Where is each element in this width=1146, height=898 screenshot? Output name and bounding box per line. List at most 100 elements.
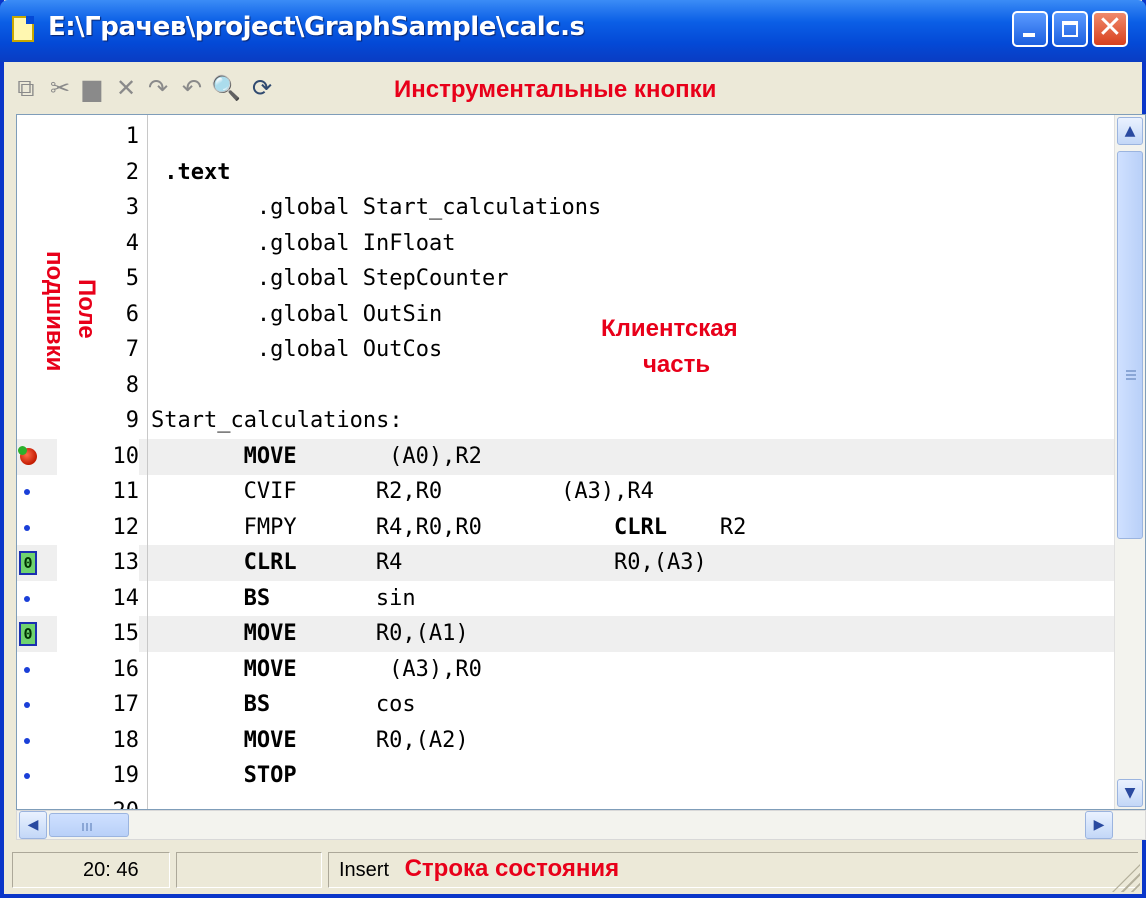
- zero-marker-icon[interactable]: 0: [19, 551, 37, 575]
- code-token: R2: [719, 514, 747, 540]
- code-token: R0,(A2): [375, 727, 469, 753]
- minimize-button[interactable]: [1012, 11, 1048, 47]
- code-token: CLRL: [614, 514, 668, 540]
- line-number: 17: [112, 692, 140, 717]
- code-line[interactable]: 17 BS cos: [17, 687, 1117, 723]
- code-line[interactable]: 11 CVIF R2,R0 (A3),R4: [17, 474, 1117, 510]
- close-button[interactable]: ✕: [1092, 10, 1128, 47]
- code-line[interactable]: 9 Start_calculations:: [17, 403, 1117, 439]
- code-line[interactable]: 5 .global StepCounter: [17, 261, 1117, 297]
- code-line[interactable]: 14 BS sin: [17, 581, 1117, 617]
- copy-icon[interactable]: ⧉: [10, 72, 42, 104]
- code-line[interactable]: 18 MOVE R0,(A2): [17, 723, 1117, 759]
- code-token: sin: [375, 585, 416, 611]
- zero-marker-icon[interactable]: 0: [19, 622, 37, 646]
- client-annotation-2: часть: [643, 351, 711, 378]
- line-marker-dot-icon[interactable]: [24, 737, 30, 744]
- code-token: BS: [243, 692, 271, 717]
- line-number: 12: [112, 514, 140, 540]
- code-line[interactable]: 10 MOVE (A0),R2: [17, 438, 1117, 475]
- code-token: (A3),R4: [561, 479, 654, 504]
- code-token: BS: [243, 585, 271, 611]
- code-token: R4: [375, 550, 403, 575]
- line-marker-dot-icon[interactable]: [24, 524, 30, 531]
- code-line[interactable]: 20: [17, 794, 1117, 810]
- code-token: R4,R0,R0: [375, 514, 482, 540]
- maximize-button[interactable]: [1052, 11, 1088, 47]
- line-marker-dot-icon[interactable]: [24, 702, 30, 708]
- line-number: 13: [57, 545, 139, 581]
- line-number: 3: [125, 195, 139, 220]
- client-annotation-1: Клиентская: [601, 315, 738, 342]
- title-bar[interactable]: E:\Грачев\project\GraphSample\calc.s ✕: [0, 0, 1146, 62]
- code-token: CVIF: [243, 479, 297, 504]
- line-number: 20: [57, 794, 140, 810]
- close-icon: ✕: [1097, 10, 1123, 45]
- paste-icon[interactable]: ▆: [76, 72, 108, 104]
- cursor-position: 20: 46: [12, 852, 170, 888]
- breakpoint-icon[interactable]: [18, 445, 37, 465]
- code-token: MOVE: [243, 621, 297, 646]
- line-number: 4: [125, 230, 139, 256]
- code-line[interactable]: 3 .global Start_calculations: [17, 190, 1117, 226]
- status-bar: 20: 46 Insert Строка состояния: [4, 846, 1142, 894]
- replace-icon[interactable]: ⟳: [246, 72, 278, 104]
- code-line[interactable]: 6 .global OutSin: [17, 297, 1117, 333]
- line-number: 10: [57, 438, 139, 475]
- line-marker-dot-icon[interactable]: [24, 489, 30, 495]
- code-editor[interactable]: 1 2 .text 3 .global Start_calculations 4 .glob…: [16, 114, 1146, 810]
- code-token: STOP: [243, 763, 297, 788]
- code-token: .global StepCounter: [256, 266, 509, 291]
- scroll-left-button[interactable]: ◀: [19, 811, 47, 839]
- code-token: FMPY: [243, 514, 297, 540]
- line-marker-dot-icon[interactable]: [24, 666, 30, 673]
- vertical-scrollbar[interactable]: ▲ ▼: [1114, 115, 1145, 809]
- line-marker-dot-icon[interactable]: [24, 773, 30, 779]
- document-icon: [12, 16, 34, 42]
- code-line[interactable]: 12 FMPY R4,R0,R0 CLRL R2: [17, 510, 1117, 546]
- code-line[interactable]: 16 MOVE (A3),R0: [17, 652, 1117, 688]
- code-token: (A0),R2: [389, 443, 482, 469]
- code-token: .global OutCos: [256, 337, 443, 362]
- maximize-icon: [1062, 21, 1078, 37]
- line-number: 11: [112, 479, 140, 504]
- code-line[interactable]: 7 .global OutCos: [17, 332, 1117, 368]
- undo-icon[interactable]: ↶: [176, 72, 208, 104]
- status-mode-cell: Insert Строка состояния: [328, 852, 1138, 888]
- cut-icon[interactable]: ✂: [44, 72, 76, 104]
- minimize-icon: [1023, 33, 1035, 37]
- toolbar: ⧉ ✂ ▆ ✕ ↷ ↶ 🔍 ⟳ Инструментальные кнопки: [4, 62, 1142, 114]
- line-marker-dot-icon[interactable]: [24, 595, 30, 602]
- code-line[interactable]: 0 13 CLRL R4 R0,(A3): [17, 545, 1117, 581]
- line-number: 14: [112, 585, 140, 611]
- code-token: .global Start_calculations: [256, 195, 602, 220]
- line-number: 9: [125, 408, 139, 433]
- window-title: E:\Грачев\project\GraphSample\calc.s: [48, 12, 585, 42]
- code-line[interactable]: 8: [17, 368, 1117, 404]
- delete-icon[interactable]: ✕: [110, 72, 142, 104]
- code-line[interactable]: 2 .text: [17, 155, 1117, 191]
- line-number: 8: [125, 372, 139, 398]
- find-icon[interactable]: 🔍: [210, 72, 242, 104]
- redo-icon[interactable]: ↷: [142, 72, 174, 104]
- code-token: .global InFloat: [256, 230, 456, 256]
- status-empty-cell: [176, 852, 322, 888]
- line-number: 19: [112, 763, 140, 788]
- code-line[interactable]: 19 STOP: [17, 758, 1117, 794]
- horizontal-scrollbar[interactable]: ◀ ▶: [16, 810, 1146, 840]
- toolbar-annotation: Инструментальные кнопки: [394, 76, 717, 103]
- gutter-annotation-1: Поле: [73, 279, 100, 339]
- thumb-grip-icon: [1126, 370, 1136, 372]
- code-line[interactable]: 0 15 MOVE R0,(A1): [17, 616, 1117, 652]
- scroll-right-button[interactable]: ▶: [1085, 811, 1113, 839]
- code-token: MOVE: [243, 443, 297, 469]
- vertical-scroll-thumb[interactable]: [1117, 151, 1143, 539]
- code-line[interactable]: 1: [17, 119, 1117, 155]
- gutter-separator: [147, 115, 148, 809]
- code-line[interactable]: 4 .global InFloat: [17, 226, 1117, 262]
- scroll-down-button[interactable]: ▼: [1117, 779, 1143, 807]
- scroll-up-button[interactable]: ▲: [1117, 117, 1143, 145]
- horizontal-scroll-thumb[interactable]: [49, 813, 129, 837]
- status-annotation: Строка состояния: [404, 855, 620, 882]
- code-token: R2,R0: [375, 479, 443, 504]
